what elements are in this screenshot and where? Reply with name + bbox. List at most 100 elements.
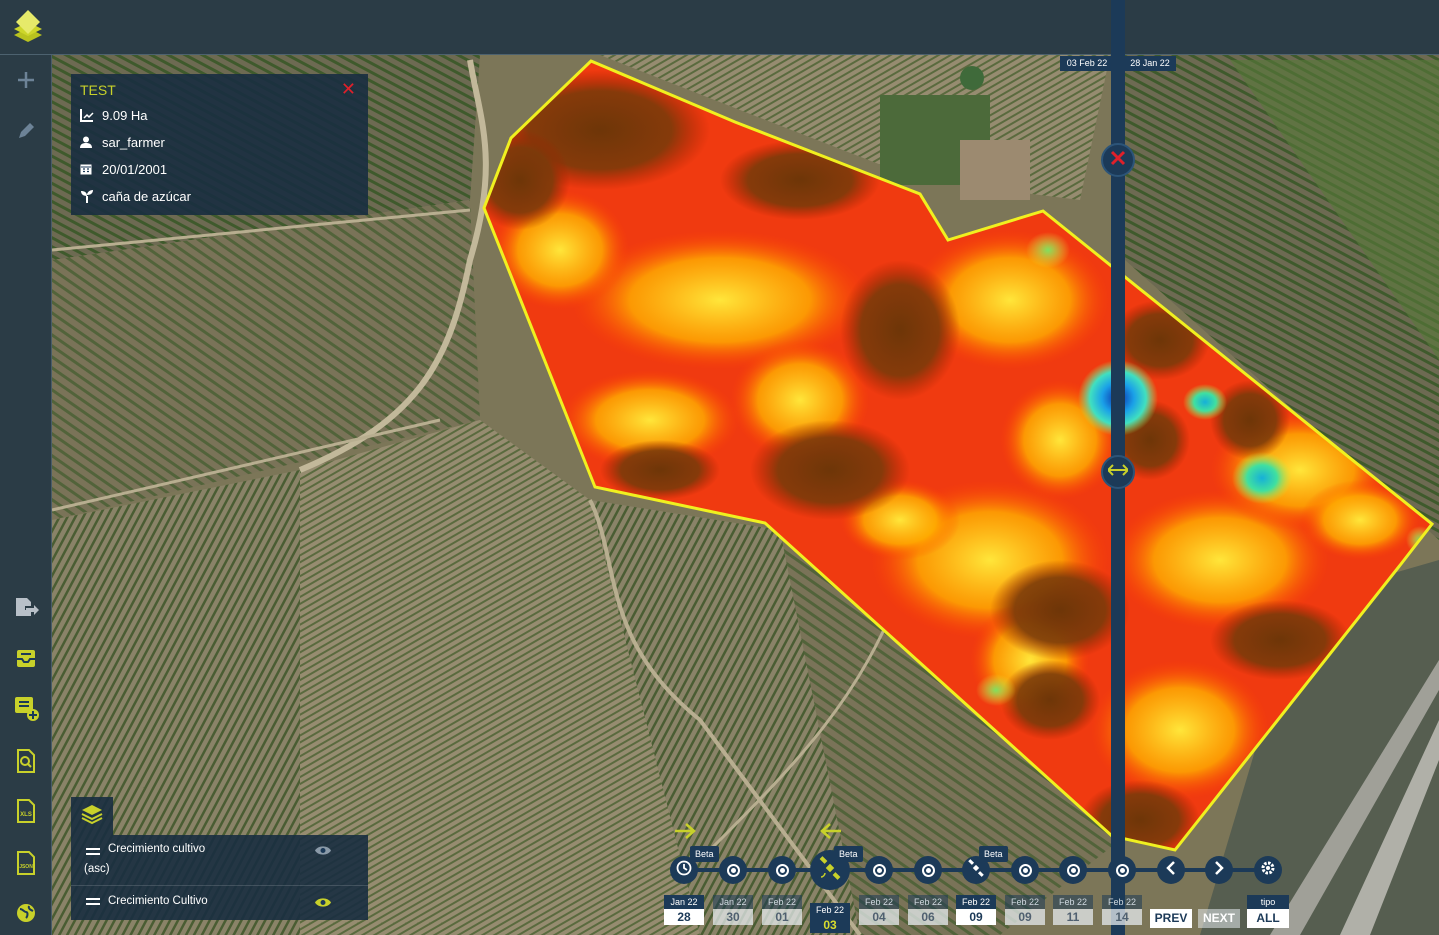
date-day: 30	[713, 909, 753, 925]
date-day: 01	[762, 909, 802, 925]
prev-node-button[interactable]	[1157, 856, 1185, 884]
timeline-node[interactable]	[719, 856, 747, 884]
seedling-icon	[80, 189, 100, 203]
timeline-node[interactable]	[914, 856, 942, 884]
json-file-icon[interactable]: JSON	[10, 847, 42, 879]
layers-panel: Crecimiento cultivo (asc) Crecimiento Cu…	[71, 835, 368, 920]
inbox-report-icon[interactable]	[10, 642, 42, 674]
field-crop-row: caña de azúcar	[80, 186, 191, 206]
drag-handle-icon[interactable]	[86, 847, 100, 859]
field-info-panel: TEST ✕ 9.09 Ha sar_farmer 20/01/2001 cañ…	[71, 74, 368, 215]
date-month: Jan 22	[713, 895, 753, 909]
chevron-right-icon	[1214, 860, 1224, 880]
compare-drag-handle[interactable]	[1101, 455, 1135, 489]
search-document-icon[interactable]	[10, 745, 42, 777]
file-export-icon[interactable]	[10, 592, 42, 624]
date-month: Feb 22	[859, 895, 899, 909]
date-day: 14	[1102, 909, 1142, 925]
next-node-button[interactable]	[1205, 856, 1233, 884]
date-month: Jan 22	[664, 895, 704, 909]
layer-name: Crecimiento Cultivo	[108, 895, 208, 907]
plus-icon[interactable]	[10, 64, 42, 96]
date-day: 09	[956, 909, 996, 925]
next-button[interactable]: NEXT	[1198, 909, 1240, 928]
timeline-node[interactable]	[865, 856, 893, 884]
date-month: Feb 22	[956, 895, 996, 909]
close-compare-button[interactable]	[1101, 143, 1135, 177]
compare-left-date: 03 Feb 22	[1060, 56, 1114, 71]
timeline-node[interactable]	[1011, 856, 1039, 884]
date-day: 11	[1053, 909, 1093, 925]
field-title: TEST	[80, 82, 116, 98]
arrow-right-icon[interactable]	[674, 822, 696, 845]
field-area-row: 9.09 Ha	[80, 105, 148, 125]
beta-badge: Beta	[690, 846, 719, 862]
field-area: 9.09 Ha	[102, 107, 148, 123]
timeline-date[interactable]: Jan 22 28	[664, 895, 704, 925]
date-month: Feb 22	[1053, 895, 1093, 909]
user-icon	[80, 136, 100, 148]
horizontal-arrows-icon	[1106, 463, 1130, 481]
timeline-date[interactable]: Feb 22 01	[762, 895, 802, 925]
field-date: 20/01/2001	[102, 161, 168, 177]
layers-toggle-button[interactable]	[71, 797, 113, 835]
date-day: 04	[859, 909, 899, 925]
timeline-date[interactable]: Feb 22 09	[956, 895, 996, 925]
settings-node-button[interactable]	[1254, 856, 1282, 884]
left-sidebar: XLS JSON	[0, 55, 52, 935]
xls-file-icon[interactable]: XLS	[10, 795, 42, 827]
date-day: 09	[1005, 909, 1045, 925]
type-all-button[interactable]: ALL	[1247, 909, 1289, 928]
field-owner-row: sar_farmer	[80, 132, 165, 152]
add-report-icon[interactable]	[10, 692, 42, 724]
date-day: 06	[908, 909, 948, 925]
arrow-left-icon[interactable]	[820, 822, 842, 845]
date-month: Feb 22	[908, 895, 948, 909]
drag-handle-icon[interactable]	[86, 897, 100, 909]
close-icon[interactable]: ✕	[341, 79, 356, 100]
timeline-date[interactable]: Feb 22 06	[908, 895, 948, 925]
layer-name-suffix: (asc)	[84, 863, 110, 875]
date-day: 28	[664, 909, 704, 925]
gear-icon	[1260, 860, 1276, 881]
timeline-node[interactable]	[1059, 856, 1087, 884]
globe-icon[interactable]	[10, 897, 42, 929]
layer-name: Crecimiento cultivo	[108, 843, 206, 855]
field-owner: sar_farmer	[102, 134, 165, 150]
field-date-row: 20/01/2001	[80, 159, 167, 179]
svg-text:JSON: JSON	[19, 864, 33, 870]
eye-icon[interactable]	[315, 845, 331, 859]
timeline-date[interactable]: Feb 22 14	[1102, 895, 1142, 925]
layer-item[interactable]: Crecimiento cultivo (asc)	[71, 835, 368, 886]
date-month: Feb 22	[1005, 895, 1045, 909]
chevron-left-icon	[1166, 860, 1176, 880]
calendar-icon	[80, 163, 100, 175]
eye-icon[interactable]	[315, 897, 331, 911]
top-bar	[0, 0, 1439, 55]
area-icon	[80, 108, 100, 122]
beta-badge: Beta	[979, 846, 1008, 862]
timeline-node[interactable]	[1108, 856, 1136, 884]
layer-item[interactable]: Crecimiento Cultivo	[71, 887, 368, 920]
field-crop: caña de azúcar	[102, 188, 191, 204]
timeline-date[interactable]: Feb 22 04	[859, 895, 899, 925]
tipo-label: tipo	[1247, 895, 1289, 909]
stacked-diamond-logo-icon[interactable]	[8, 6, 48, 48]
svg-text:XLS: XLS	[20, 812, 32, 818]
prev-button[interactable]: PREV	[1150, 909, 1192, 928]
timeline-date-selected[interactable]: Feb 22 03	[810, 903, 850, 933]
close-icon	[1110, 150, 1126, 171]
clock-icon	[676, 860, 692, 881]
pencil-icon[interactable]	[10, 115, 42, 147]
beta-badge: Beta	[834, 846, 863, 862]
layers-icon	[81, 803, 103, 830]
timeline-date[interactable]: Feb 22 11	[1053, 895, 1093, 925]
date-month: Feb 22	[762, 895, 802, 909]
timeline-date[interactable]: Jan 22 30	[713, 895, 753, 925]
compare-right-date: 28 Jan 22	[1124, 56, 1176, 71]
timeline-date[interactable]: Feb 22 09	[1005, 895, 1045, 925]
date-month: Feb 22	[1102, 895, 1142, 909]
timeline-node[interactable]	[768, 856, 796, 884]
date-month: Feb 22	[810, 903, 850, 917]
date-day: 03	[810, 917, 850, 933]
